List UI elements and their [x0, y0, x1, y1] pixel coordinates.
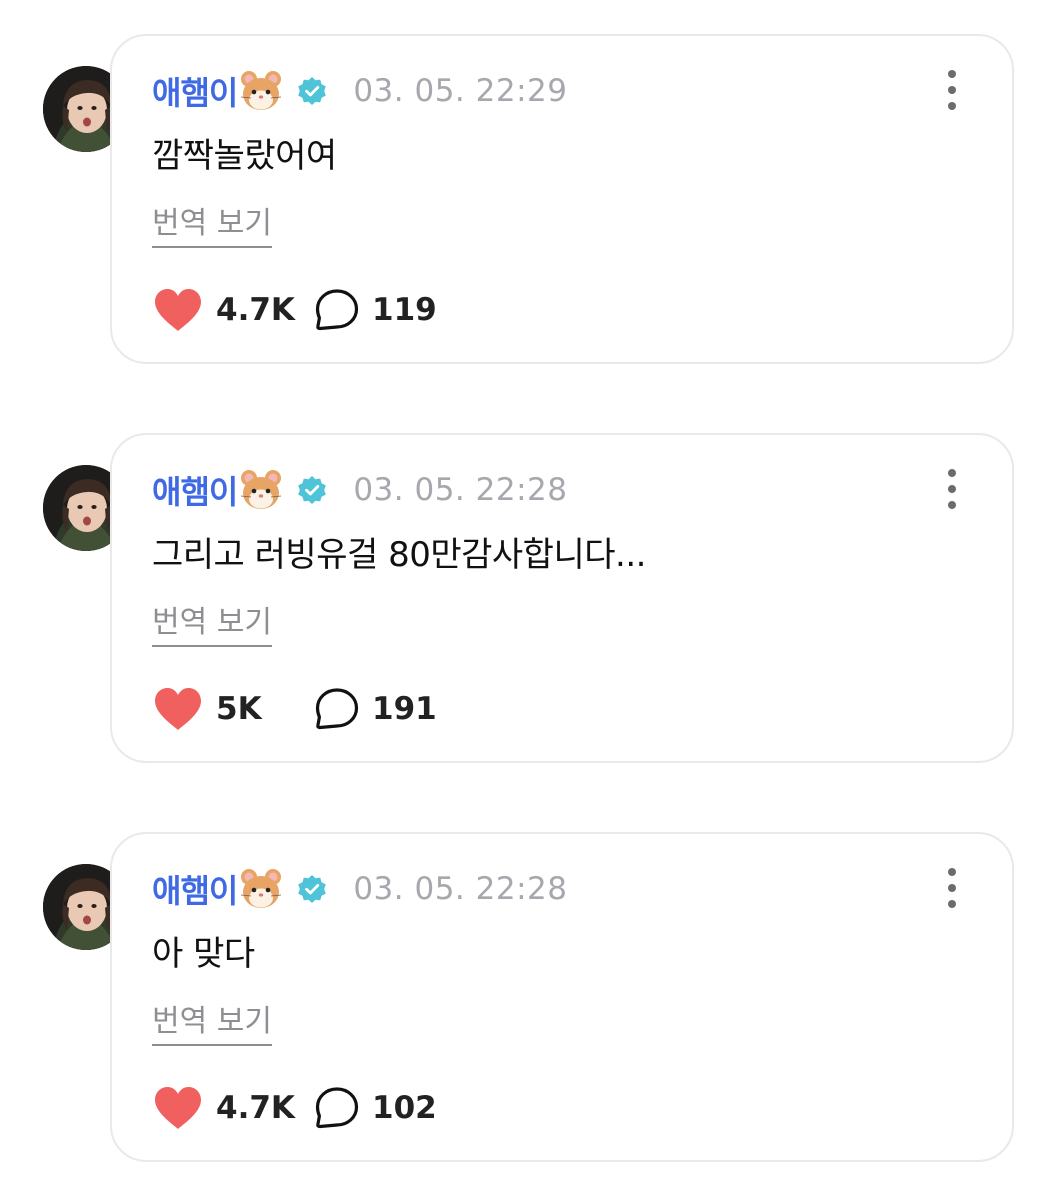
comment-count: 191 — [372, 691, 437, 727]
more-options-button[interactable] — [942, 469, 962, 509]
like-count: 5K — [216, 691, 262, 727]
author-name[interactable]: 애햄이 — [152, 68, 238, 114]
heart-icon — [155, 289, 201, 331]
more-options-button[interactable] — [942, 70, 962, 110]
heart-icon — [155, 688, 201, 730]
comment-bubble-icon — [315, 1087, 359, 1129]
verified-badge-icon — [298, 875, 327, 903]
post-header: 애햄이 03. 05. 22:29 — [152, 66, 567, 116]
like-count: 4.7K — [216, 1090, 295, 1126]
comment-button[interactable]: 119 — [314, 288, 437, 332]
comment-count: 119 — [372, 292, 437, 328]
more-vertical-icon — [948, 868, 956, 876]
comment-button[interactable]: 102 — [314, 1086, 437, 1130]
translate-link[interactable]: 번역 보기 — [152, 597, 272, 647]
post-card: 애햄이 03. 05. 22:28 — [110, 433, 1014, 763]
post-text: 아 맞다 — [152, 934, 255, 974]
post-item: 애햄이 03. 05. 22:28 — [0, 399, 1062, 763]
post-timestamp: 03. 05. 22:28 — [353, 871, 568, 907]
post-timestamp: 03. 05. 22:29 — [353, 73, 568, 109]
translate-link[interactable]: 번역 보기 — [152, 996, 272, 1046]
comment-count: 102 — [372, 1090, 437, 1126]
hamster-icon — [241, 71, 282, 110]
like-button[interactable]: 4.7K — [152, 1084, 295, 1132]
like-button[interactable]: 4.7K — [152, 286, 295, 334]
post-actions: 4.7K 119 — [152, 284, 437, 336]
post-text: 그리고 러빙유걸 80만감사합니다... — [152, 535, 646, 575]
post-header: 애햄이 03. 05. 22:28 — [152, 465, 567, 515]
verified-badge-icon — [298, 476, 327, 504]
translate-link[interactable]: 번역 보기 — [152, 198, 272, 248]
like-button[interactable]: 5K — [152, 685, 262, 733]
author-name[interactable]: 애햄이 — [152, 866, 238, 912]
post-card: 애햄이 03. 05. 22:29 깜짝놀랐어여 번역 보기 4.7K 119 — [110, 34, 1014, 364]
post-item: 애햄이 03. 05. 22:29 깜짝놀랐어여 번역 보기 4.7K 119 — [0, 0, 1062, 364]
post-actions: 4.7K 102 — [152, 1082, 437, 1134]
comment-bubble-icon — [315, 688, 359, 730]
heart-icon — [155, 1087, 201, 1129]
hamster-icon — [241, 470, 282, 509]
post-header: 애햄이 03. 05. 22:28 — [152, 864, 567, 914]
more-vertical-icon — [948, 70, 956, 78]
like-count: 4.7K — [216, 292, 295, 328]
verified-badge-icon — [298, 77, 327, 105]
post-item: 애햄이 03. 05. 22:28 — [0, 798, 1062, 1162]
comment-bubble-icon — [315, 289, 359, 331]
post-text: 깜짝놀랐어여 — [152, 136, 337, 176]
more-options-button[interactable] — [942, 868, 962, 908]
more-vertical-icon — [948, 469, 956, 477]
post-actions: 5K 191 — [152, 683, 437, 735]
post-timestamp: 03. 05. 22:28 — [353, 472, 568, 508]
comment-button[interactable]: 191 — [314, 687, 437, 731]
post-card: 애햄이 03. 05. 22:28 — [110, 832, 1014, 1162]
hamster-icon — [241, 869, 282, 908]
author-name[interactable]: 애햄이 — [152, 467, 238, 513]
